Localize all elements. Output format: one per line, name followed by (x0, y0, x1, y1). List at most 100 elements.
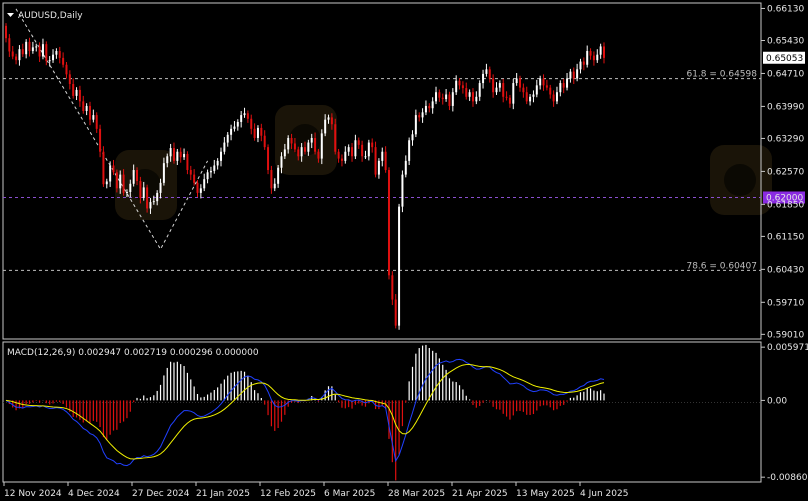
candle-body (330, 117, 333, 125)
candle-body (324, 119, 327, 134)
candle-body (85, 105, 88, 111)
candle-body (156, 192, 159, 202)
candle-body (492, 78, 495, 93)
candle-body (529, 96, 532, 102)
candle-body (555, 92, 558, 102)
candle-body (314, 137, 317, 152)
candle-body (438, 92, 441, 98)
candle-body (230, 128, 233, 135)
candle-body (176, 151, 179, 161)
candle-body (102, 151, 105, 185)
candle-body (233, 126, 236, 129)
time-tick-label: 12 Feb 2025 (260, 489, 316, 499)
candle-body (152, 201, 155, 203)
candle-body (15, 56, 18, 61)
candle-body (78, 89, 81, 102)
candle-body (159, 182, 162, 193)
candle-body (361, 144, 364, 157)
candle-body (283, 149, 286, 157)
macd-tick-label: 0.005971 (767, 343, 808, 353)
candle-body (495, 87, 498, 93)
candle-body (122, 174, 125, 193)
candle-body (340, 158, 343, 161)
candle-body (253, 128, 256, 138)
candle-body (129, 183, 132, 192)
candle-body (327, 117, 330, 120)
time-tick-label: 21 Apr 2025 (452, 489, 508, 499)
time-tick-label: 12 Nov 2024 (4, 489, 62, 499)
candle-body (35, 46, 38, 48)
time-tick-label: 4 Dec 2024 (68, 489, 120, 499)
time-tick-label: 27 Dec 2024 (132, 489, 190, 499)
candle-body (320, 133, 323, 159)
candle-body (260, 127, 263, 136)
candle-body (559, 83, 562, 93)
candle-body (441, 97, 444, 100)
candle-body (72, 83, 75, 96)
chart-title: AUDUSD,Daily (7, 11, 83, 21)
candle-body (300, 147, 303, 157)
candle-body (549, 87, 552, 95)
candle-body (498, 83, 501, 88)
candle-body (451, 92, 454, 106)
candle-body (199, 188, 202, 193)
candle-body (586, 51, 589, 65)
price-tick-label: 0.61850 (767, 200, 804, 210)
candle-body (65, 64, 68, 75)
candle-body (273, 183, 276, 189)
candle-body (411, 134, 414, 141)
candle-body (25, 41, 28, 55)
candle-body (377, 160, 380, 175)
candle-body (5, 25, 7, 39)
candle-body (183, 154, 186, 158)
candle-body (287, 137, 290, 150)
candle-body (552, 94, 555, 102)
candle-body (193, 174, 196, 183)
candle-body (465, 88, 468, 97)
candle-body (478, 83, 481, 97)
candle-body (374, 147, 377, 175)
price-tick-label: 0.63290 (767, 134, 804, 144)
time-tick-label: 6 Mar 2025 (324, 489, 375, 499)
candle-body (18, 49, 21, 61)
candle-body (542, 78, 545, 86)
candle-body (99, 128, 102, 152)
candle-body (387, 170, 390, 276)
price-tick-label: 0.61150 (767, 232, 804, 242)
candle-body (277, 167, 280, 184)
candle-body (166, 156, 169, 164)
macd-tick-label: 0.00 (767, 396, 787, 406)
current-price-label: 0.65053 (766, 54, 803, 64)
candle-body (485, 69, 488, 74)
candle-body (592, 55, 595, 61)
candle-body (162, 163, 165, 183)
price-tick-label: 0.59010 (767, 330, 804, 340)
candle-body (344, 151, 347, 161)
candle-body (535, 85, 538, 95)
time-tick-label: 28 Mar 2025 (388, 489, 445, 499)
candle-body (179, 151, 182, 158)
level-label: 61.8 = 0.64598 (686, 70, 757, 80)
candle-body (41, 44, 44, 57)
candle-body (132, 170, 135, 184)
candle-body (448, 94, 451, 106)
candle-body (8, 38, 11, 52)
candle-body (317, 151, 320, 159)
candle-body (334, 124, 337, 152)
candle-body (31, 47, 34, 52)
candle-body (119, 174, 122, 189)
candle-body (189, 170, 192, 175)
candle-body (482, 73, 485, 84)
candle-body (142, 187, 145, 198)
candle-body (566, 78, 569, 88)
price-tick-label: 0.63990 (767, 102, 804, 112)
candle-body (471, 92, 474, 102)
candle-body (293, 143, 296, 150)
candle-body (404, 160, 407, 175)
price-tick-label: 0.60430 (767, 265, 804, 275)
candle-body (11, 51, 14, 57)
price-tick-label: 0.59710 (767, 298, 804, 308)
candle-body (519, 78, 522, 88)
candle-body (589, 51, 592, 56)
time-tick-label: 13 May 2025 (516, 489, 575, 499)
